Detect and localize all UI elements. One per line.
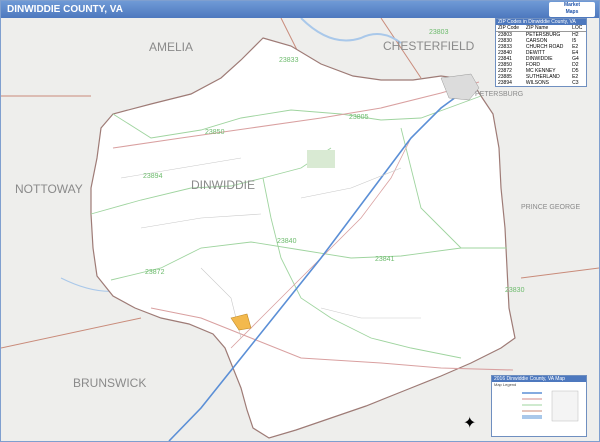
zip-label-23833: 23833 bbox=[279, 57, 299, 64]
zip-loc-cell: C3 bbox=[572, 80, 579, 86]
county-label-brunswick: BRUNSWICK bbox=[73, 376, 146, 390]
map-key-box: 2016 Dinwiddie County, VA Map Map Legend bbox=[491, 375, 587, 437]
county-label-amelia: AMELIA bbox=[149, 40, 193, 54]
brand-logo-top: Market bbox=[563, 2, 581, 8]
map-key-swatches bbox=[522, 390, 579, 422]
zip-label-23894: 23894 bbox=[143, 173, 163, 180]
zip-label-23841: 23841 bbox=[375, 256, 395, 263]
county-line bbox=[520, 267, 599, 279]
zip-label-23850: 23850 bbox=[205, 129, 225, 136]
zip-label-23872: 23872 bbox=[145, 269, 165, 276]
county-label-prince-george: PRINCE GEORGE bbox=[521, 204, 580, 211]
zip-label-23840: 23840 bbox=[277, 238, 297, 245]
county-line bbox=[1, 317, 142, 349]
county-label-chesterfield: CHESTERFIELD bbox=[383, 39, 475, 53]
zip-label-23803: 23803 bbox=[429, 29, 449, 36]
zip-legend: ZIP Codes in Dinwiddie County, VA ZIP Co… bbox=[495, 18, 587, 87]
zip-name-cell: WILSONS bbox=[525, 80, 549, 86]
zip-code-cell: 23894 bbox=[498, 80, 512, 86]
page-title: DINWIDDIE COUNTY, VA bbox=[7, 4, 123, 15]
table-row[interactable]: 23894 WILSONS C3 bbox=[496, 80, 586, 86]
zip-legend-table: ZIP Code ZIP Name LOC 23803 PETERSBURG H2 … bbox=[496, 25, 586, 86]
brand-logo[interactable]: Market Maps bbox=[549, 2, 595, 17]
brand-logo-bottom: Maps bbox=[565, 9, 579, 15]
water-swatch bbox=[522, 415, 542, 419]
title-bar: DINWIDDIE COUNTY, VA Market Maps bbox=[1, 1, 599, 18]
county-label-dinwiddie: DINWIDDIE bbox=[191, 178, 255, 192]
city-label-petersburg: PETERSBURG bbox=[475, 91, 523, 98]
map-frame: DINWIDDIE COUNTY, VA Market Maps AMELIA … bbox=[0, 0, 600, 442]
zip-label-23805: 23805 bbox=[349, 114, 369, 121]
park-area bbox=[307, 150, 335, 168]
compass-rose-icon: ✦ bbox=[463, 415, 477, 432]
zip-label-23830: 23830 bbox=[505, 287, 525, 294]
inset-map bbox=[551, 390, 579, 422]
county-label-nottoway: NOTTOWAY bbox=[15, 182, 83, 196]
